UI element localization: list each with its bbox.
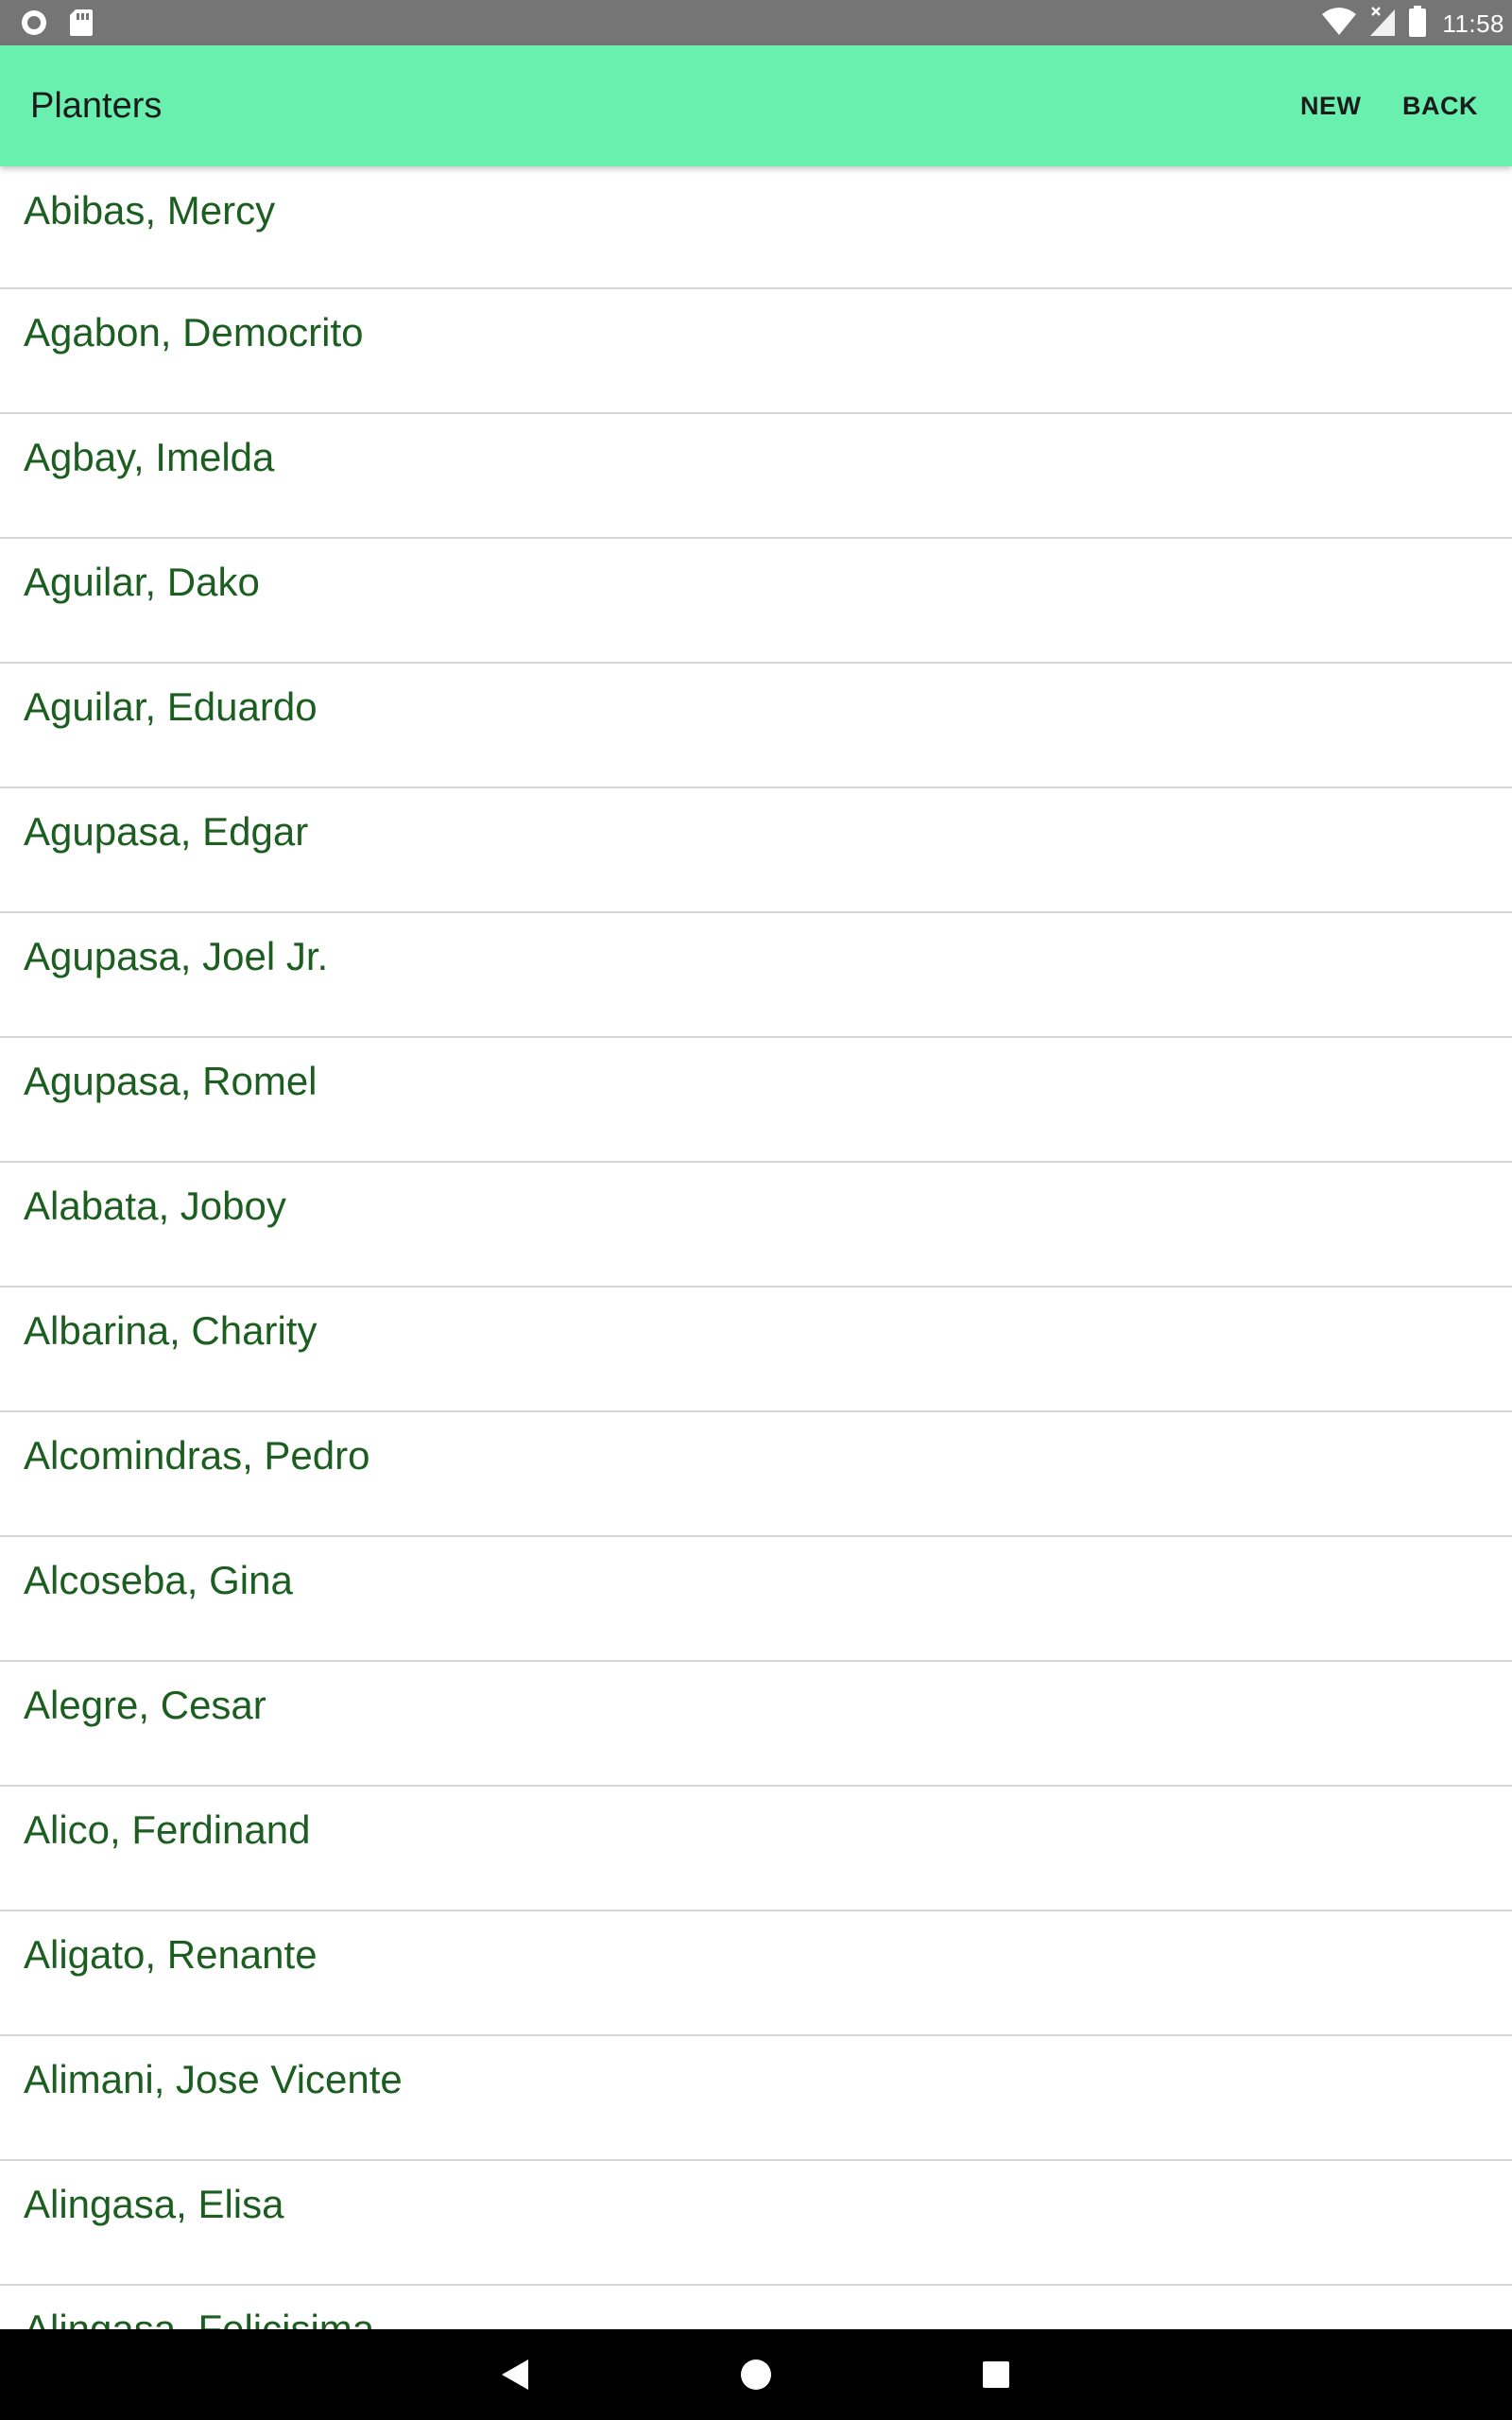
nav-home-icon[interactable] xyxy=(711,2329,801,2420)
planter-list-item[interactable]: Alcomindras, Pedro xyxy=(0,1412,1512,1537)
planter-name: Aligato, Renante xyxy=(24,1932,318,1977)
planter-list-item[interactable]: Agupasa, Edgar xyxy=(0,788,1512,913)
planter-list-item[interactable]: Aguilar, Dako xyxy=(0,539,1512,664)
planter-name: Alegre, Cesar xyxy=(24,1683,266,1727)
back-button[interactable]: BACK xyxy=(1402,45,1478,166)
status-bar: 11:58 xyxy=(0,0,1512,45)
planter-name: Abibas, Mercy xyxy=(24,188,276,233)
planter-name: Alimani, Jose Vicente xyxy=(24,2057,403,2101)
planter-list-item[interactable]: Alcoseba, Gina xyxy=(0,1537,1512,1662)
planter-list-item[interactable]: Agupasa, Romel xyxy=(0,1038,1512,1163)
planter-name: Albarina, Charity xyxy=(24,1308,318,1353)
planter-list-item[interactable]: Alingasa, Elisa xyxy=(0,2161,1512,2286)
planter-list-item[interactable]: Alingasa, Felicisima xyxy=(0,2286,1512,2329)
navigation-bar xyxy=(0,2329,1512,2420)
planter-list-item[interactable]: Aguilar, Eduardo xyxy=(0,664,1512,788)
app-bar: Planters NEW BACK xyxy=(0,45,1512,166)
nav-recents-icon[interactable] xyxy=(951,2329,1041,2420)
planter-name: Agupasa, Romel xyxy=(24,1059,318,1103)
status-bar-notifications xyxy=(19,8,94,43)
planter-list-item[interactable]: Agbay, Imelda xyxy=(0,414,1512,539)
status-time: 11:58 xyxy=(1442,9,1504,38)
wifi-icon xyxy=(1321,7,1357,42)
sd-card-icon xyxy=(68,8,94,43)
planter-name: Aguilar, Dako xyxy=(24,560,260,604)
planters-list[interactable]: Abibas, Mercy Agabon, Democrito Agbay, I… xyxy=(0,166,1512,2329)
planter-name: Agupasa, Joel Jr. xyxy=(24,934,329,978)
planter-list-item[interactable]: Abibas, Mercy xyxy=(0,166,1512,289)
planter-name: Alcomindras, Pedro xyxy=(24,1433,370,1478)
planter-list-item[interactable]: Alegre, Cesar xyxy=(0,1662,1512,1787)
planter-list-item[interactable]: Alabata, Joboy xyxy=(0,1163,1512,1288)
nav-back-icon[interactable] xyxy=(471,2329,561,2420)
planter-name: Alcoseba, Gina xyxy=(24,1558,293,1602)
planter-name: Alabata, Joboy xyxy=(24,1184,286,1228)
planter-name: Alico, Ferdinand xyxy=(24,1807,311,1852)
planter-name: Agupasa, Edgar xyxy=(24,809,309,854)
planter-list-item[interactable]: Agupasa, Joel Jr. xyxy=(0,913,1512,1038)
planter-name: Aguilar, Eduardo xyxy=(24,684,318,729)
no-signal-icon xyxy=(1368,6,1397,43)
page-title: Planters xyxy=(30,86,163,126)
battery-icon xyxy=(1408,6,1427,43)
planter-list-item[interactable]: Aligato, Renante xyxy=(0,1911,1512,2036)
status-bar-system: 11:58 xyxy=(1321,6,1512,43)
planter-name: Agabon, Democrito xyxy=(24,310,364,354)
planter-name: Alingasa, Elisa xyxy=(24,2182,284,2226)
planter-list-item[interactable]: Alimani, Jose Vicente xyxy=(0,2036,1512,2161)
planter-list-item[interactable]: Albarina, Charity xyxy=(0,1288,1512,1412)
planter-name: Alingasa, Felicisima xyxy=(24,2307,375,2329)
record-icon xyxy=(19,8,49,43)
planter-list-item[interactable]: Alico, Ferdinand xyxy=(0,1787,1512,1911)
planter-list-item[interactable]: Agabon, Democrito xyxy=(0,289,1512,414)
planter-name: Agbay, Imelda xyxy=(24,435,275,479)
new-button[interactable]: NEW xyxy=(1300,45,1361,166)
